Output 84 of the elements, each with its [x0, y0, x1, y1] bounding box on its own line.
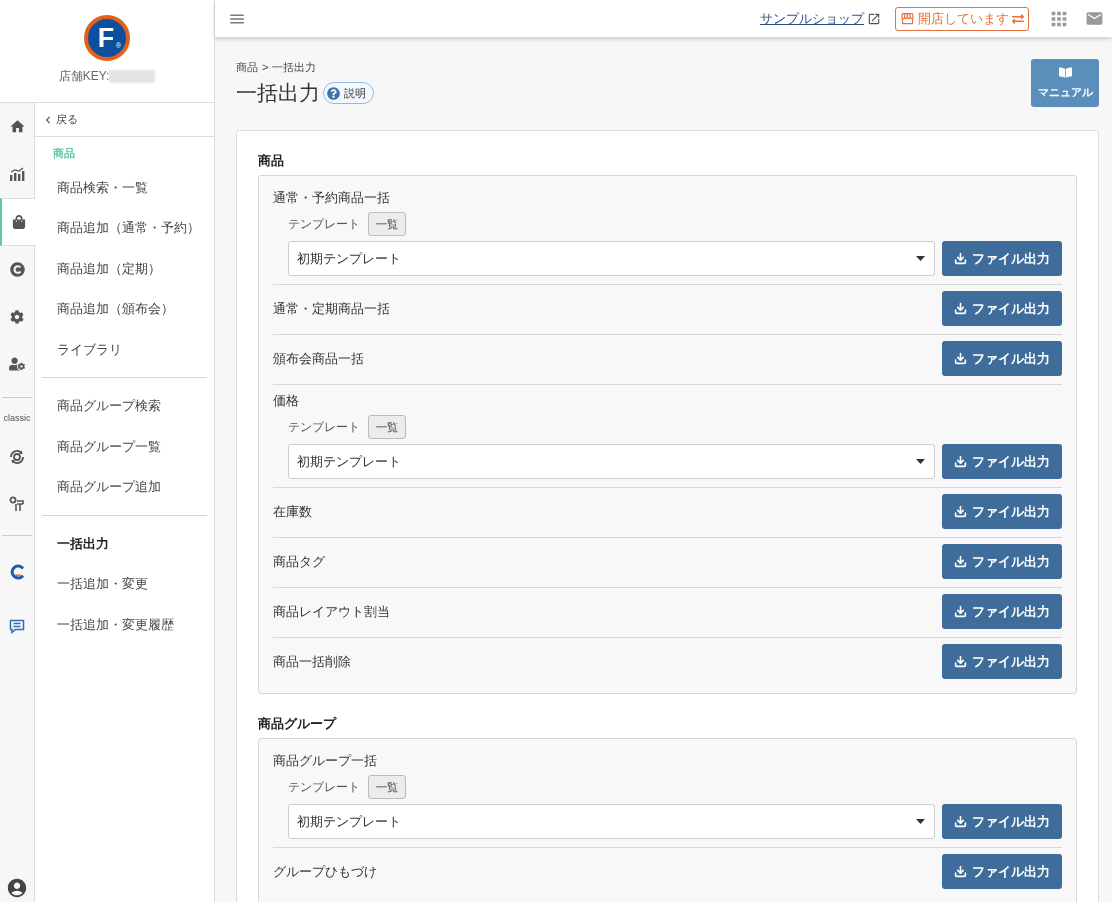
download-icon [954, 655, 967, 668]
export-item-label: 商品レイアウト割当 [273, 602, 390, 621]
shopping-bag-icon [11, 214, 26, 229]
download-icon [954, 815, 967, 828]
export-item-label: 商品グループ一括 [273, 752, 378, 770]
file-export-button[interactable]: ファイル出力 [942, 854, 1062, 889]
file-export-button[interactable]: ファイル出力 [942, 341, 1062, 376]
menu-item[interactable]: ライブラリ [35, 329, 214, 370]
file-export-button[interactable]: ファイル出力 [942, 444, 1062, 479]
template-label: テンプレート [288, 216, 360, 233]
menu-item[interactable]: 商品グループ追加 [35, 466, 214, 507]
export-item-label: 在庫数 [273, 502, 312, 521]
menu-item[interactable]: 一括出力 [35, 523, 214, 564]
download-icon [954, 352, 967, 365]
file-export-button[interactable]: ファイル出力 [942, 644, 1062, 679]
settings-icon [10, 309, 24, 324]
template-list-button[interactable]: 一覧 [368, 415, 406, 439]
c-logo-icon [9, 563, 25, 580]
template-label: テンプレート [288, 419, 360, 436]
template-list-button[interactable]: 一覧 [368, 775, 406, 799]
caret-icon [916, 459, 925, 464]
help-button[interactable]: 説明 [323, 82, 374, 104]
bar-chart-icon [9, 167, 25, 182]
mail-icon[interactable] [1085, 9, 1104, 28]
export-item-label: グループひもづけ [273, 862, 377, 881]
user-gear-icon [9, 356, 25, 373]
circled-c-icon [9, 261, 25, 277]
export-item-label: 商品一括削除 [273, 652, 351, 671]
file-export-button[interactable]: ファイル出力 [942, 804, 1062, 839]
gear-sync-icon [9, 448, 25, 465]
template-select[interactable]: 初期テンプレート [288, 444, 935, 479]
download-icon [954, 302, 967, 315]
gear-hierarchy-icon [9, 496, 25, 513]
template-label: テンプレート [288, 779, 360, 796]
menu-item[interactable]: 商品追加（定期） [35, 248, 214, 289]
page-title: 一括出力 [236, 80, 320, 106]
caret-icon [916, 256, 925, 261]
breadcrumb-current: 一括出力 [272, 59, 317, 75]
download-icon [954, 865, 967, 878]
store-key-label: 店舗KEY: [58, 68, 110, 84]
export-item-label: 通常・予約商品一括 [273, 189, 391, 207]
section-heading: 商品グループ [258, 715, 338, 733]
template-list-button[interactable]: 一覧 [368, 212, 406, 236]
export-item-label: 価格 [273, 392, 300, 410]
file-export-button[interactable]: ファイル出力 [942, 544, 1062, 579]
menu-section-title: 商品 [53, 145, 75, 161]
file-export-button[interactable]: ファイル出力 [942, 494, 1062, 529]
book-icon [1058, 65, 1072, 79]
download-icon [954, 555, 967, 568]
menu-item[interactable]: 商品検索・一覧 [35, 167, 214, 208]
breadcrumb-separator: > [262, 59, 269, 75]
store-icon [900, 11, 915, 26]
file-export-button[interactable]: ファイル出力 [942, 291, 1062, 326]
account-icon[interactable] [6, 877, 28, 899]
shop-link[interactable]: サンプルショップ [760, 8, 881, 29]
chat-icon [9, 618, 25, 634]
classic-label: classic [3, 412, 31, 424]
export-item-label: 商品タグ [273, 552, 325, 571]
back-link[interactable]: 戻る [35, 103, 214, 137]
download-icon [954, 252, 967, 265]
download-icon [954, 455, 967, 468]
menu-item[interactable]: 商品グループ一覧 [35, 426, 214, 467]
export-item-label: 通常・定期商品一括 [273, 299, 390, 318]
logo-letter: F [97, 24, 116, 52]
menu-item[interactable]: 商品追加（頒布会） [35, 288, 214, 329]
menu-item[interactable]: 商品グループ検索 [35, 385, 214, 426]
swap-arrows-icon [1012, 12, 1024, 25]
template-select[interactable]: 初期テンプレート [288, 804, 935, 839]
download-icon [954, 505, 967, 518]
masked-value [109, 69, 156, 83]
file-export-button[interactable]: ファイル出力 [942, 594, 1062, 629]
breadcrumb-link[interactable]: 商品 [236, 58, 258, 76]
template-select[interactable]: 初期テンプレート [288, 241, 935, 276]
section-heading: 商品 [258, 152, 285, 170]
caret-icon [916, 819, 925, 824]
export-item-label: 頒布会商品一括 [273, 349, 364, 368]
menu-item[interactable]: 一括追加・変更履歴 [35, 604, 214, 645]
menu-item[interactable]: 一括追加・変更 [35, 563, 214, 604]
help-icon [327, 86, 340, 100]
file-export-button[interactable]: ファイル出力 [942, 241, 1062, 276]
external-link-icon [867, 11, 881, 26]
menu-item[interactable]: 商品追加（通常・予約） [35, 207, 214, 248]
chevron-left-icon [44, 115, 52, 124]
download-icon [954, 605, 967, 618]
